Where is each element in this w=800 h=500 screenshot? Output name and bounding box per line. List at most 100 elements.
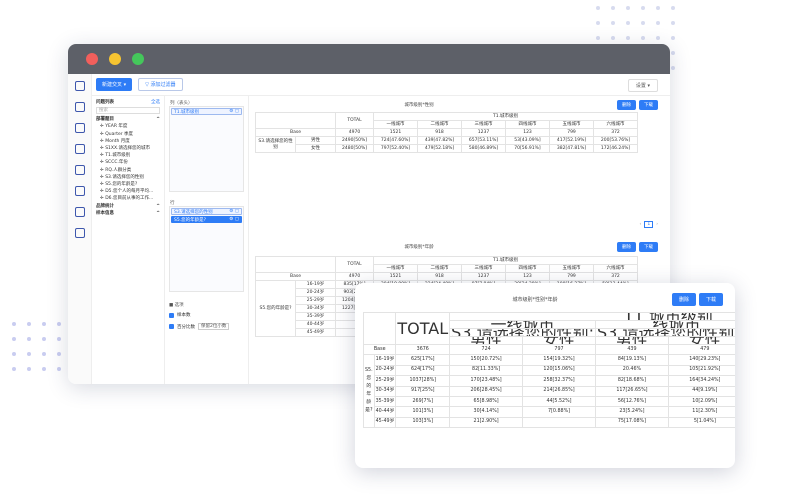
row-chip[interactable]: S3.请选择您的性别 ⚙ ▢ [171,208,242,215]
field-item[interactable]: ✛ Month 月度 [96,138,160,145]
field-group-header[interactable]: 品牌统计 ^ [96,203,160,210]
chevron-icon[interactable]: ^ [156,203,160,210]
filter-icon[interactable] [74,102,85,112]
data-cell: 2490[50%] [335,136,374,145]
field-item-label: Quarter 季度 [105,131,134,137]
row-label: 30-34岁 [295,304,336,313]
data-cell: 2480[50%] [335,144,374,153]
field-item[interactable]: ✛ D6.您目前从事的工作... [96,195,160,202]
data-cell: 382[47.81%] [549,144,594,153]
data-cell: 21[2.90%] [449,416,524,429]
popup-download-button[interactable]: 下载 [698,293,723,306]
popup-delete-button[interactable]: 删除 [671,293,696,306]
row-zone[interactable]: 行 S3.请选择您的性别 ⚙ ▢ S5.您的年龄是? ⚙ ▢ [169,201,244,292]
table2-download-button[interactable]: 下载 [639,242,658,252]
field-item[interactable]: ✛ YEAR 年度 [96,123,160,130]
chevron-icon[interactable]: ^ [156,116,160,123]
row-chip[interactable]: S5.您的年龄是? ⚙ ▢ [171,216,242,223]
field-list-title: 问题列表 [96,100,114,105]
question-label: S5.您的年龄是? [255,280,296,337]
option-percent[interactable]: 百分比数 保留2位小数 [169,323,244,330]
decor-dot [656,36,660,40]
clock-icon[interactable] [74,186,85,196]
database-icon[interactable] [74,228,85,238]
chip-actions-icon[interactable]: ⚙ ▢ [229,217,239,222]
city-header: 二线城市 [417,264,462,273]
settings-button[interactable]: 设置 ▾ [627,79,658,92]
base-cell: 3676 [395,343,451,356]
row-label: 45-49岁 [295,328,336,337]
next-page-icon[interactable]: › [656,222,658,227]
field-item[interactable]: ✛ D5.您个人的每月平均... [96,188,160,195]
columns-icon[interactable] [74,123,85,133]
decor-dot [12,337,16,341]
city-header: 五线城市 [549,264,594,273]
table1-delete-button[interactable]: 删除 [617,100,636,110]
base-cell: 799 [549,272,594,281]
page-number[interactable]: 1 [644,221,654,228]
field-item[interactable]: ✛ S1XX.请选择您的城市 [96,145,160,152]
field-item[interactable]: ✛ T1.城市级别 [96,152,160,159]
table1-download-button[interactable]: 下载 [639,100,658,110]
decor-dot [626,6,630,10]
pagination: ‹ 1 › [640,221,658,228]
field-item-label: S1XX.请选择您的城市 [105,146,151,152]
checkbox-icon[interactable] [169,312,174,318]
chip-actions-icon[interactable]: ⚙ ▢ [229,109,239,114]
toolbar: 新建交叉 ▾ ▽ 添加过滤器 设置 ▾ [92,74,670,96]
data-cell: 417[52.19%] [549,136,594,145]
decor-dot [27,352,31,356]
field-group-title: 部署题目 [96,117,114,123]
column-chip[interactable]: T1.城市级别 ⚙ ▢ [171,108,242,115]
data-cell: 154[19.32%] [522,354,596,366]
data-cell: 103[3%] [395,416,451,429]
row-label: 16-19岁 [373,354,397,366]
field-group-header[interactable]: 部署题目 ^ [96,116,160,123]
data-cell: 479[52.18%] [417,144,462,153]
decor-dot [671,21,675,25]
base-cell: 479 [667,343,735,356]
decor-dot [671,51,675,55]
list-icon[interactable] [74,207,85,217]
prev-page-icon[interactable]: ‹ [640,222,642,227]
chevron-icon[interactable]: ^ [156,210,160,217]
option-sample-count[interactable]: 样本数 [169,312,244,318]
decor-dot [57,337,61,341]
decor-dot [611,36,615,40]
new-table-button[interactable]: 新建交叉 ▾ [96,78,133,91]
city-header: 六线城市 [593,264,638,273]
decor-dot [626,36,630,40]
column-zone[interactable]: 列（表头） T1.城市级别 ⚙ ▢ [169,101,244,192]
decor-dot [57,322,61,326]
field-group-header[interactable]: 样本信息 ^ [96,210,160,217]
data-cell: 164[34.24%] [667,375,735,387]
chart-icon[interactable] [74,144,85,154]
popup-table: TOTALT1.城市级别一线城市二线城市三线城市S3.请选择您的性别:S3.请选… [362,312,735,429]
select-all-link[interactable]: 全选 [151,99,160,106]
field-item[interactable]: ✛ RQ.人群分类 [96,167,160,174]
table2-delete-button[interactable]: 删除 [617,242,636,252]
chip-actions-icon[interactable]: ⚙ ▢ [229,209,239,214]
minimize-dot[interactable] [109,53,121,65]
city-group-header: T1.城市级别 [373,112,638,121]
grid-icon[interactable] [74,165,85,175]
maximize-dot[interactable] [132,53,144,65]
field-item[interactable]: ✛ SCCC.年份 [96,159,160,166]
data-cell: 214[26.85%] [522,385,596,397]
checkbox-icon[interactable] [169,324,174,329]
field-search-input[interactable]: 搜索 [96,107,160,115]
decor-dot [671,6,675,10]
options-label: ■ 选项 [169,303,184,308]
field-item-label: Month 月度 [105,138,130,144]
refresh-icon[interactable] [74,81,85,91]
field-item[interactable]: ✛ S3.请选择您的性别 [96,174,160,181]
close-dot[interactable] [86,53,98,65]
city-header: 一线城市 [373,120,418,129]
city-header: 四线城市 [505,120,550,129]
decimal-select[interactable]: 保留2位小数 [198,323,230,330]
field-item[interactable]: ✛ Quarter 季度 [96,131,160,138]
add-filter-button[interactable]: ▽ 添加过滤器 [138,78,183,91]
decor-dot [641,36,645,40]
field-item-label: S5.您的年龄是? [105,182,138,188]
field-item[interactable]: ✛ S5.您的年龄是? [96,181,160,188]
